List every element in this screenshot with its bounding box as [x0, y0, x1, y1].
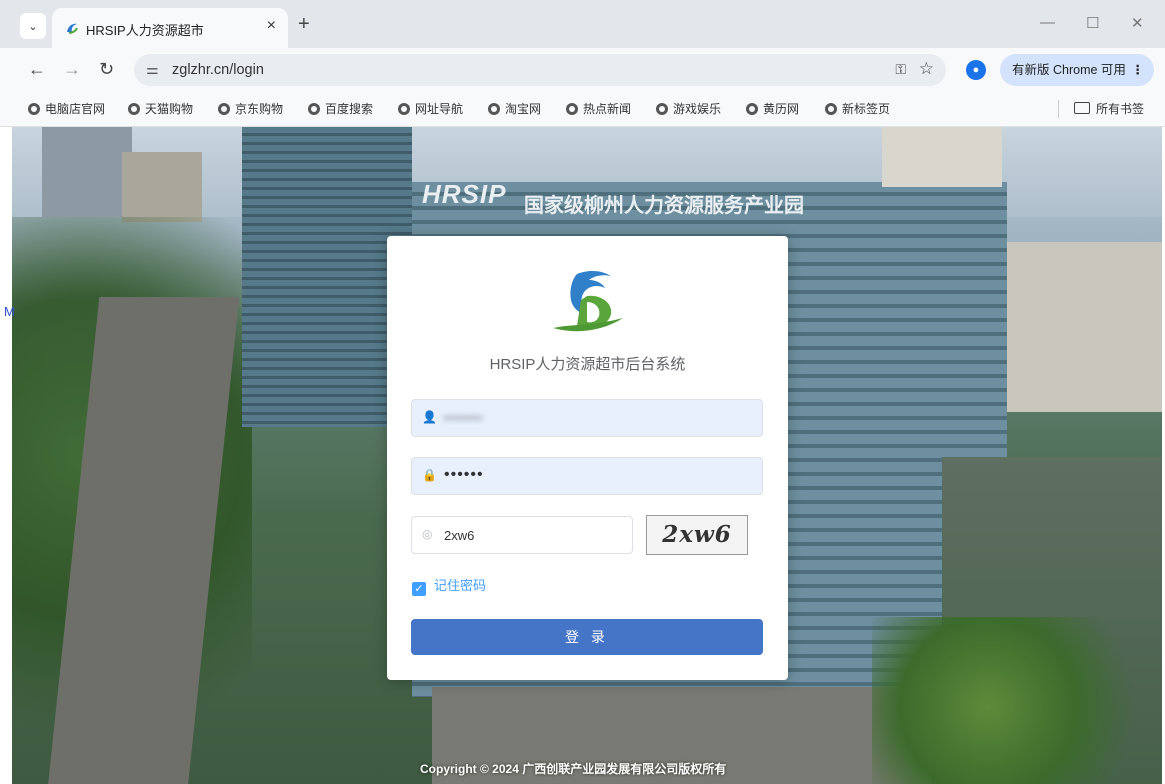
building-sign: HRSIP	[422, 179, 507, 209]
globe-icon	[825, 103, 837, 115]
back-icon[interactable]: ←	[28, 59, 46, 80]
captcha-image[interactable]: 2xw6	[646, 515, 748, 555]
globe-icon	[656, 103, 668, 115]
background-trees	[872, 617, 1162, 784]
background-building	[42, 127, 132, 217]
username-input[interactable]: 👤 ▪▪▪▪▪▪▪	[411, 399, 763, 437]
captcha-input[interactable]: ◎ 2xw6	[411, 516, 633, 554]
password-input[interactable]: 🔒 ••••••	[411, 457, 763, 495]
tab-search-button[interactable]: ⌄	[20, 13, 46, 39]
password-value: ••••••	[444, 466, 484, 483]
url-text: zglzhr.cn/login	[172, 62, 264, 78]
captcha-image-text: 2xw6	[662, 521, 732, 548]
bookmark-star-icon[interactable]: ☆	[919, 59, 934, 79]
new-tab-button[interactable]: +	[298, 13, 310, 36]
folder-icon	[1074, 102, 1090, 114]
shield-icon: ◎	[422, 527, 433, 541]
minimize-icon[interactable]: —	[1040, 14, 1055, 31]
chevron-down-icon: ⌄	[28, 20, 38, 33]
tab-title: HRSIP人力资源超市	[86, 23, 204, 38]
globe-icon	[746, 103, 758, 115]
globe-icon	[128, 103, 140, 115]
site-info-icon[interactable]: ⚌	[146, 61, 159, 78]
lock-icon: 🔒	[422, 468, 437, 482]
forward-icon[interactable]: →	[63, 59, 81, 80]
globe-icon	[398, 103, 410, 115]
captcha-input-value: 2xw6	[444, 528, 475, 543]
building-sign-cn: 国家级柳州人力资源服务产业园	[524, 195, 804, 217]
bookmark-item[interactable]: 电脑店官网	[28, 100, 105, 117]
globe-icon	[566, 103, 578, 115]
checkmark-icon: ✓	[412, 582, 426, 596]
more-menu-icon[interactable]: ⋮	[1132, 54, 1145, 86]
all-bookmarks-button[interactable]: 所有书签	[1074, 100, 1144, 117]
bookmark-item[interactable]: 新标签页	[825, 100, 890, 117]
bookmark-item[interactable]: 游戏娱乐	[656, 100, 721, 117]
active-tab[interactable]: HRSIP人力资源超市 ×	[52, 8, 288, 48]
reload-icon[interactable]: ↻	[99, 59, 114, 80]
close-window-icon[interactable]: ✕	[1131, 14, 1144, 32]
password-key-icon[interactable]: ⚿	[895, 61, 906, 78]
address-bar[interactable]: ⚌ zglzhr.cn/login ⚿ ☆	[134, 54, 946, 86]
background-building	[122, 152, 202, 222]
dragon-logo-icon	[553, 270, 623, 332]
remember-password-checkbox[interactable]: ✓ 记住密码	[412, 575, 486, 596]
bookmark-item[interactable]: 热点新闻	[566, 100, 631, 117]
profile-avatar-icon[interactable]: ●	[966, 60, 986, 80]
maximize-icon[interactable]: ☐	[1086, 14, 1099, 32]
site-favicon-icon	[67, 23, 78, 34]
bookmarks-bar: 电脑店官网 天猫购物 京东购物 百度搜索 网址导航 淘宝网 热点新闻 游戏娱乐 …	[0, 92, 1165, 127]
bookmark-item[interactable]: 百度搜索	[308, 100, 373, 117]
bookmark-item[interactable]: 京东购物	[218, 100, 283, 117]
globe-icon	[28, 103, 40, 115]
bookmark-item[interactable]: 网址导航	[398, 100, 463, 117]
bookmark-item[interactable]: 天猫购物	[128, 100, 193, 117]
background-building	[1007, 242, 1162, 412]
bookmark-item[interactable]: 淘宝网	[488, 100, 541, 117]
page-edge-mark: M	[4, 304, 15, 319]
tab-close-icon[interactable]: ×	[267, 17, 276, 35]
globe-icon	[308, 103, 320, 115]
remember-label: 记住密码	[434, 578, 487, 593]
chrome-update-button[interactable]: 有新版 Chrome 可用 ⋮	[1000, 54, 1154, 86]
browser-toolbar: ← → ↻ ⚌ zglzhr.cn/login ⚿ ☆ ● 有新版 Chrome…	[0, 48, 1165, 92]
system-title: HRSIP人力资源超市后台系统	[489, 356, 686, 373]
update-label: 有新版 Chrome 可用	[1012, 63, 1126, 77]
copyright-footer: Copyright © 2024 广西创联产业园发展有限公司版权所有	[420, 762, 727, 776]
user-icon: 👤	[422, 410, 437, 424]
background-building	[882, 127, 1002, 187]
username-value: ▪▪▪▪▪▪▪	[444, 410, 484, 425]
login-button[interactable]: 登 录	[411, 619, 763, 655]
globe-icon	[218, 103, 230, 115]
bookmarks-divider	[1058, 100, 1059, 118]
login-card: HRSIP人力资源超市后台系统 👤 ▪▪▪▪▪▪▪ 🔒 •••••• ◎ 2xw…	[387, 236, 788, 680]
bookmark-item[interactable]: 黄历网	[746, 100, 799, 117]
globe-icon	[488, 103, 500, 115]
tab-strip: ⌄ HRSIP人力资源超市 × + — ☐ ✕	[0, 0, 1165, 48]
